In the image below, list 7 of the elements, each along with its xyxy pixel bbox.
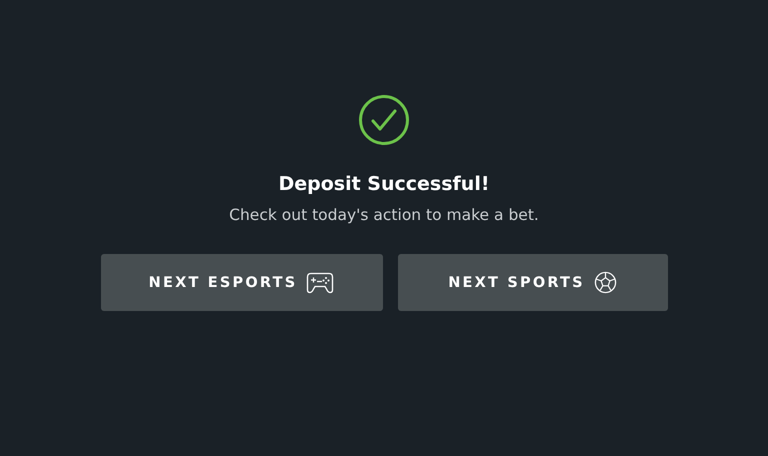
next-sports-button[interactable]: NEXT SPORTS (398, 254, 668, 311)
next-esports-button[interactable]: NEXT ESPORTS (100, 254, 382, 311)
gamepad-icon (306, 272, 334, 294)
soccer-ball-icon (594, 271, 617, 294)
success-title: Deposit Successful! (278, 172, 490, 196)
success-message: Check out today's action to make a bet. (229, 205, 539, 226)
check-circle-icon (358, 94, 410, 146)
